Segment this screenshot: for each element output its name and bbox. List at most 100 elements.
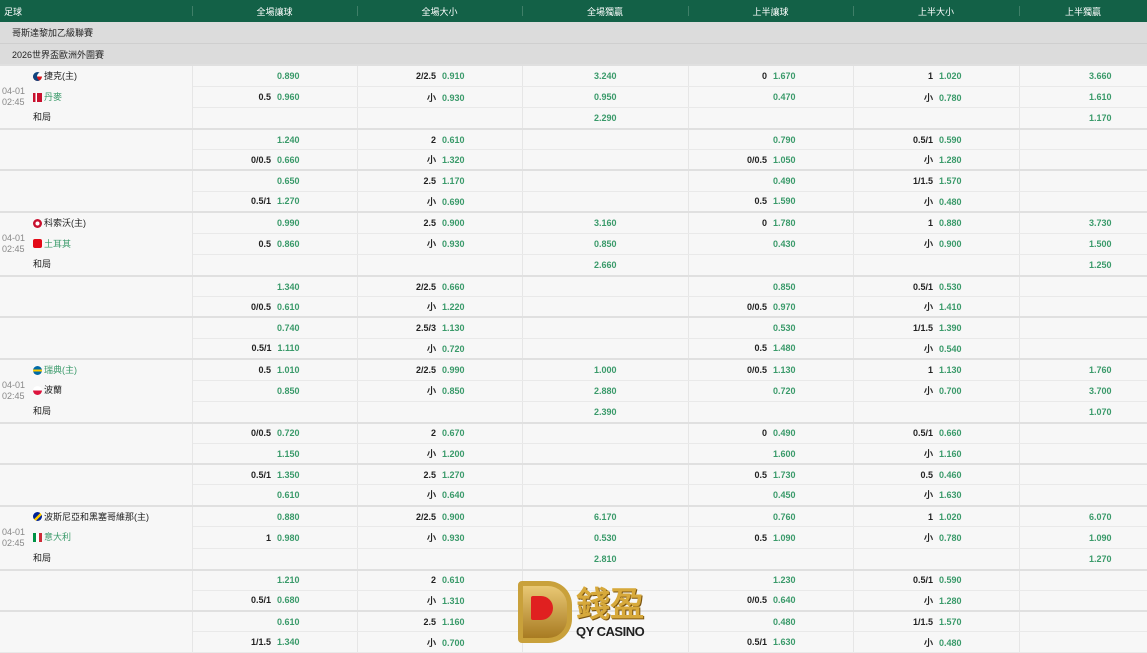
odds-value[interactable]: 1.210 [277, 575, 300, 585]
odds-cell-ft-over-under[interactable]: 2/2.5 0.990 [357, 357, 523, 381]
odds-cell-1h-handicap[interactable]: 0.850 [688, 274, 854, 298]
odds-cell-1h-handicap[interactable]: 0.480 [688, 610, 854, 633]
odds-cell-1h-handicap[interactable]: 0.5 1.480 [688, 338, 854, 360]
odds-value[interactable]: 3.240 [594, 71, 617, 81]
odds-value[interactable]: 1.160 [442, 617, 465, 627]
odds-cell-1h-over-under[interactable]: 小 0.700 [853, 380, 1020, 402]
odds-value[interactable]: 0.880 [939, 218, 962, 228]
odds-value[interactable]: 3.660 [1089, 71, 1112, 81]
odds-cell-ft-1x2[interactable]: 2.660 [522, 254, 689, 277]
odds-value[interactable]: 0.900 [442, 218, 465, 228]
odds-cell-ft-handicap[interactable]: 0.5 0.860 [192, 233, 358, 256]
odds-cell-ft-1x2[interactable]: 2.290 [522, 107, 689, 130]
odds-cell-1h-handicap[interactable]: 0.5 1.730 [688, 463, 854, 486]
odds-value[interactable]: 0.990 [442, 365, 465, 375]
odds-value[interactable]: 1.630 [939, 490, 962, 500]
odds-value[interactable]: 0.480 [939, 197, 962, 207]
odds-cell-ft-handicap[interactable]: 0.740 [192, 316, 358, 339]
league-row[interactable]: 哥斯達黎加乙級聯賽 [0, 22, 1147, 44]
odds-value[interactable]: 1.270 [442, 470, 465, 480]
odds-value[interactable]: 0.930 [442, 93, 465, 103]
odds-cell-ft-over-under[interactable]: 2.5 1.160 [357, 610, 523, 633]
odds-cell-ft-over-under[interactable]: 2/2.5 0.900 [357, 504, 523, 528]
odds-value[interactable]: 0.490 [773, 176, 796, 186]
odds-value[interactable]: 6.070 [1089, 512, 1112, 522]
odds-cell-1h-handicap[interactable]: 0/0.5 0.970 [688, 296, 854, 318]
odds-value[interactable]: 1.020 [939, 71, 962, 81]
odds-value[interactable]: 1.480 [773, 343, 796, 353]
odds-cell-1h-handicap[interactable]: 0 1.670 [688, 63, 854, 87]
odds-cell-1h-over-under[interactable]: 1/1.5 1.570 [853, 169, 1020, 192]
odds-cell-1h-handicap[interactable]: 0.5/1 1.630 [688, 631, 854, 653]
odds-value[interactable]: 1.570 [939, 617, 962, 627]
odds-value[interactable]: 1.280 [939, 155, 962, 165]
odds-value[interactable]: 0.670 [442, 428, 465, 438]
odds-cell-ft-over-under[interactable]: 小 1.310 [357, 590, 523, 612]
odds-cell-ft-over-under[interactable]: 小 0.930 [357, 526, 523, 549]
odds-value[interactable]: 1.130 [773, 365, 796, 375]
odds-cell-1h-over-under[interactable]: 1 0.880 [853, 210, 1020, 234]
odds-value[interactable]: 0.760 [773, 512, 796, 522]
odds-value[interactable]: 0.850 [277, 386, 300, 396]
odds-cell-1h-over-under[interactable]: 小 0.480 [853, 191, 1020, 213]
odds-cell-1h-over-under[interactable]: 小 1.630 [853, 484, 1020, 507]
odds-value[interactable]: 6.170 [594, 512, 617, 522]
odds-value[interactable]: 0.970 [773, 302, 796, 312]
odds-cell-ft-handicap[interactable]: 1 0.980 [192, 526, 358, 549]
odds-cell-ft-1x2[interactable]: 3.240 [522, 63, 689, 87]
odds-value[interactable]: 0.780 [939, 93, 962, 103]
odds-cell-ft-over-under[interactable]: 小 0.850 [357, 380, 523, 402]
odds-cell-1h-over-under[interactable]: 小 1.410 [853, 296, 1020, 318]
team-away[interactable]: 土耳其 [33, 234, 192, 255]
odds-cell-1h-over-under[interactable]: 小 1.280 [853, 149, 1020, 171]
odds-value[interactable]: 1.390 [939, 323, 962, 333]
odds-cell-ft-1x2[interactable]: 3.160 [522, 210, 689, 234]
odds-value[interactable]: 0.740 [277, 323, 300, 333]
odds-value[interactable]: 0.490 [773, 428, 796, 438]
odds-cell-ft-handicap[interactable]: 0.850 [192, 380, 358, 402]
odds-value[interactable]: 1.670 [773, 71, 796, 81]
odds-value[interactable]: 0.660 [442, 282, 465, 292]
odds-cell-1h-1x2[interactable]: 1.270 [1019, 548, 1147, 571]
odds-value[interactable]: 1.110 [277, 343, 299, 353]
odds-value[interactable]: 0.720 [277, 428, 300, 438]
odds-value[interactable]: 0.590 [939, 575, 962, 585]
odds-cell-1h-over-under[interactable]: 0.5/1 0.590 [853, 128, 1020, 151]
team-home[interactable]: 波斯尼亞和黑塞哥維那(主) [33, 507, 192, 528]
odds-value[interactable]: 1.090 [1089, 533, 1112, 543]
odds-value[interactable]: 2.290 [594, 113, 617, 123]
odds-cell-ft-over-under[interactable]: 2.5 0.900 [357, 210, 523, 234]
odds-value[interactable]: 1.280 [939, 596, 962, 606]
odds-cell-ft-over-under[interactable]: 小 0.690 [357, 191, 523, 213]
odds-value[interactable]: 0.960 [277, 92, 300, 102]
odds-value[interactable]: 0.900 [442, 512, 465, 522]
odds-cell-ft-handicap[interactable]: 0.990 [192, 210, 358, 234]
odds-value[interactable]: 3.730 [1089, 218, 1112, 228]
odds-cell-1h-1x2[interactable]: 3.700 [1019, 380, 1147, 402]
odds-cell-1h-1x2[interactable]: 3.730 [1019, 210, 1147, 234]
odds-value[interactable]: 1.310 [442, 596, 465, 606]
odds-cell-ft-over-under[interactable]: 小 1.320 [357, 149, 523, 171]
odds-cell-ft-1x2[interactable]: 2.880 [522, 380, 689, 402]
odds-value[interactable]: 0.470 [773, 92, 796, 102]
odds-value[interactable]: 0.910 [442, 71, 465, 81]
odds-value[interactable]: 0.980 [277, 533, 300, 543]
odds-value[interactable]: 3.700 [1089, 386, 1112, 396]
odds-cell-1h-over-under[interactable]: 小 1.280 [853, 590, 1020, 612]
odds-cell-ft-over-under[interactable]: 2/2.5 0.910 [357, 63, 523, 87]
odds-cell-1h-over-under[interactable]: 0.5/1 0.590 [853, 568, 1020, 591]
odds-value[interactable]: 0.930 [442, 239, 465, 249]
odds-value[interactable]: 1.350 [277, 470, 300, 480]
odds-value[interactable]: 0.610 [442, 575, 465, 585]
odds-value[interactable]: 1.410 [939, 302, 962, 312]
odds-cell-1h-1x2[interactable]: 1.090 [1019, 526, 1147, 549]
odds-cell-ft-handicap[interactable]: 0/0.5 0.610 [192, 296, 358, 318]
odds-cell-ft-handicap[interactable]: 0.890 [192, 63, 358, 87]
odds-value[interactable]: 0.610 [277, 617, 300, 627]
odds-value[interactable]: 1.130 [939, 365, 962, 375]
odds-cell-ft-over-under[interactable]: 2 0.610 [357, 128, 523, 151]
odds-value[interactable]: 0.720 [442, 344, 465, 354]
odds-value[interactable]: 1.500 [1089, 239, 1112, 249]
odds-cell-ft-handicap[interactable]: 0.5 1.010 [192, 357, 358, 381]
odds-value[interactable]: 1.090 [773, 533, 796, 543]
